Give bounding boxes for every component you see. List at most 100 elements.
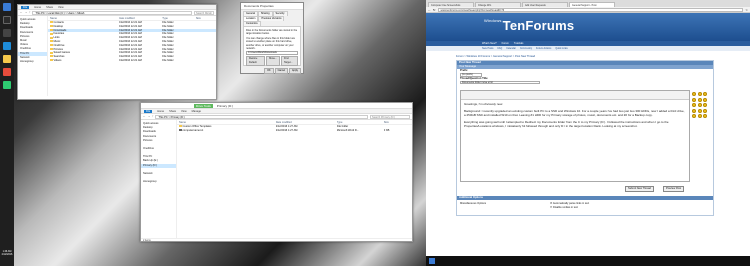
smiley-icon[interactable] [692, 97, 696, 102]
file-name: Searches [53, 55, 65, 59]
smiley-icon[interactable] [697, 97, 702, 102]
editor-toolbar [461, 91, 689, 100]
smiley-icon[interactable] [692, 92, 696, 96]
start-icon[interactable] [429, 258, 435, 264]
nav-item[interactable]: Network [141, 172, 176, 176]
subnav-forum-actions[interactable]: Forum Actions [536, 46, 551, 51]
subnav-faq[interactable]: FAQ [497, 46, 502, 51]
smiley-icon[interactable] [692, 103, 696, 107]
nav-item-primary-d[interactable]: Primary (D:) [141, 163, 176, 168]
smiley-icon[interactable] [697, 114, 702, 118]
column-header-name[interactable]: Name [177, 121, 276, 124]
message-editor[interactable]: Greetings, I'm obviously new. Background… [460, 90, 690, 182]
thread-title-input[interactable]: Documents folder move error [460, 80, 540, 84]
find-target-button[interactable]: Find Target... [280, 55, 298, 66]
back-arrow-icon[interactable]: ← [20, 11, 23, 14]
location-path-field[interactable]: C:\Users\Micah\Downloads [246, 51, 298, 55]
ribbon-tab-home[interactable]: Home [157, 110, 164, 113]
file-size: 0 KB [383, 128, 390, 132]
smiley-icon[interactable] [697, 92, 702, 96]
subnav-community[interactable]: Community [520, 46, 532, 51]
store-icon[interactable] [3, 68, 11, 76]
cancel-button[interactable]: Cancel [274, 68, 289, 74]
ribbon-tab-file[interactable]: File [21, 5, 30, 9]
smilies-panel [692, 92, 710, 118]
ok-button[interactable]: OK [264, 68, 274, 74]
nav-item[interactable]: OneDrive [141, 147, 176, 151]
ribbon-tab-view[interactable]: View [58, 6, 64, 9]
column-header-size[interactable]: Size [384, 121, 412, 124]
column-header-date[interactable]: Date modified [276, 121, 337, 124]
smiley-icon[interactable] [703, 114, 707, 118]
forward-arrow-icon[interactable]: → [148, 115, 151, 118]
drive-tools-tab[interactable]: Drive Tools [194, 103, 213, 108]
file-explorer-icon[interactable] [3, 55, 11, 63]
breadcrumb[interactable]: This PC > Primary (D:) [155, 114, 368, 119]
search-icon[interactable] [3, 16, 11, 24]
column-header-type[interactable]: Type [337, 121, 384, 124]
browser-tab[interactable]: Add User Requests [522, 1, 568, 7]
apply-button[interactable]: Apply [289, 68, 301, 74]
nav-item[interactable]: Homegroup [18, 60, 47, 64]
up-arrow-icon[interactable]: ↑ [152, 115, 153, 118]
ribbon-tab-file[interactable]: File [144, 109, 153, 113]
edge-icon[interactable] [3, 42, 11, 50]
chrome-icon[interactable] [3, 81, 11, 89]
search-input[interactable]: Search Primary (D:) [370, 114, 410, 119]
search-input[interactable]: Search Micah [194, 10, 214, 15]
ribbon-tab-share[interactable]: Share [46, 6, 53, 9]
subnav-new-posts[interactable]: New Posts [482, 46, 493, 51]
site-logo[interactable]: WindowsTenForums [484, 18, 574, 33]
column-header-size[interactable]: Size [196, 17, 216, 20]
ribbon-tab-home[interactable]: Home [34, 6, 41, 9]
back-arrow-icon[interactable]: ← [143, 115, 146, 118]
browser-tab[interactable]: Change Win [475, 1, 521, 7]
tab-customize[interactable]: Customize [243, 21, 261, 26]
star-icon[interactable]: ☆ [745, 8, 748, 12]
folder-icon [50, 28, 53, 31]
restore-default-button[interactable]: Restore Default [246, 55, 266, 66]
file-name: OneDrive [53, 43, 65, 47]
column-header-name[interactable]: Name [48, 17, 119, 20]
tab-previous-versions[interactable]: Previous Versions [258, 16, 285, 21]
ribbon-tab-share[interactable]: Share [169, 110, 176, 113]
browser-tab-active[interactable]: General Support - Post [569, 1, 615, 7]
subnav-calendar[interactable]: Calendar [506, 46, 516, 51]
clock[interactable]: 1:46 AM 2/12/2016 [0, 250, 14, 256]
breadcrumb[interactable]: Forum > Windows 10 Forums > General Supp… [426, 51, 750, 58]
file-name: Favorites [53, 32, 65, 36]
prefix-label: Prefix [460, 69, 468, 72]
smiley-icon[interactable] [697, 103, 702, 107]
column-header-date[interactable]: Date modified [119, 17, 163, 20]
forward-arrow-icon[interactable]: → [25, 11, 28, 14]
refresh-icon[interactable]: ↻ [433, 8, 436, 12]
editor-content[interactable]: Greetings, I'm obviously new. Background… [461, 100, 689, 133]
option-disable-smilies[interactable]: ☐ Disable smilies in text [550, 206, 589, 210]
nav-item[interactable]: Pictures [141, 139, 176, 143]
table-row[interactable]: computername.txt 2/12/2016 1:27 AM Microso… [177, 129, 412, 133]
smiley-icon[interactable] [703, 108, 707, 113]
up-arrow-icon[interactable]: ↑ [29, 11, 30, 14]
url-input[interactable]: www.tenforums.com/newthread.php?do=newth… [437, 7, 744, 12]
smiley-icon[interactable] [703, 97, 707, 102]
subnav-quick-links[interactable]: Quick Links [555, 46, 567, 51]
table-row[interactable]: Videos 2/12/2016 12:21 AM File folder [48, 59, 216, 63]
browser-tab[interactable]: Computer Use Screenshots [428, 1, 474, 7]
submit-new-thread-button[interactable]: Submit New Thread [625, 186, 654, 192]
breadcrumb[interactable]: This PC > Local Disk (C:) > Users > Mica… [32, 10, 192, 15]
ribbon-tab-view[interactable]: View [181, 110, 187, 113]
task-view-icon[interactable] [3, 29, 11, 37]
smiley-icon[interactable] [692, 108, 696, 113]
nav-item[interactable]: Homegroup [141, 180, 176, 184]
smiley-icon[interactable] [697, 108, 702, 113]
preview-post-button[interactable]: Preview Post [663, 186, 685, 192]
dialog-title: Documents Properties [244, 4, 274, 8]
move-button[interactable]: Move... [266, 55, 280, 66]
start-icon[interactable] [3, 3, 11, 11]
smiley-icon[interactable] [703, 103, 707, 107]
ribbon-tab-manage[interactable]: Manage [192, 110, 201, 113]
smiley-icon[interactable] [692, 114, 696, 118]
back-arrow-icon[interactable]: ← [428, 8, 431, 12]
smiley-icon[interactable] [703, 92, 707, 96]
column-header-type[interactable]: Type [162, 17, 196, 20]
